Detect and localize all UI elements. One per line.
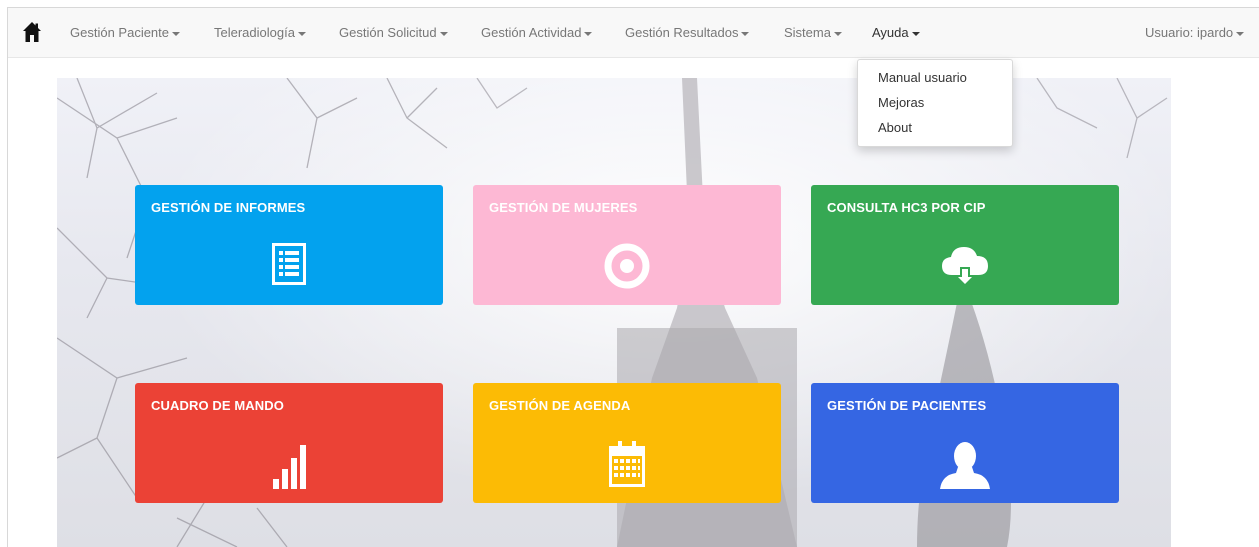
report-list-icon	[272, 243, 306, 285]
tile-title: GESTIÓN DE AGENDA	[489, 398, 631, 413]
menu-ayuda[interactable]: Ayuda	[872, 25, 920, 40]
caret-down-icon	[439, 31, 448, 36]
user-label: Usuario: ipardo	[1145, 25, 1234, 40]
caret-down-icon	[833, 31, 842, 36]
caret-down-icon	[911, 31, 920, 36]
caret-down-icon	[172, 31, 181, 36]
bar-signal-icon	[273, 445, 306, 489]
caret-down-icon	[1236, 31, 1245, 36]
menu-sistema[interactable]: Sistema	[784, 25, 842, 40]
top-navbar: Gestión Paciente Teleradiología Gestión …	[8, 8, 1259, 58]
tile-gestion-informes[interactable]: GESTIÓN DE INFORMES	[135, 185, 443, 305]
menu-label: Gestión Actividad	[481, 25, 582, 40]
tile-title: CONSULTA HC3 POR CIP	[827, 200, 986, 215]
tile-gestion-mujeres[interactable]: GESTIÓN DE MUJERES	[473, 185, 781, 305]
tile-title: GESTIÓN DE MUJERES	[489, 200, 638, 215]
tile-title: CUADRO DE MANDO	[151, 398, 284, 413]
dropdown-item-about[interactable]: About	[878, 120, 912, 135]
menu-label: Sistema	[784, 25, 831, 40]
tile-gestion-agenda[interactable]: GESTIÓN DE AGENDA	[473, 383, 781, 503]
menu-label: Gestión Solicitud	[339, 25, 437, 40]
tile-consulta-hc3[interactable]: CONSULTA HC3 POR CIP	[811, 185, 1119, 305]
tile-title: GESTIÓN DE PACIENTES	[827, 398, 987, 413]
caret-down-icon	[741, 31, 750, 36]
calendar-icon	[609, 441, 645, 487]
user-menu[interactable]: Usuario: ipardo	[1145, 25, 1245, 40]
menu-label: Gestión Paciente	[70, 25, 170, 40]
caret-down-icon	[584, 31, 593, 36]
caret-down-icon	[297, 31, 306, 36]
tile-title: GESTIÓN DE INFORMES	[151, 200, 306, 215]
dropdown-item-mejoras[interactable]: Mejoras	[878, 95, 924, 110]
user-icon	[940, 442, 990, 489]
menu-label: Ayuda	[872, 25, 909, 40]
menu-gestion-solicitud[interactable]: Gestión Solicitud	[339, 25, 448, 40]
menu-label: Gestión Resultados	[625, 25, 739, 40]
menu-gestion-paciente[interactable]: Gestión Paciente	[70, 25, 181, 40]
menu-gestion-actividad[interactable]: Gestión Actividad	[481, 25, 593, 40]
cloud-download-icon	[942, 247, 988, 287]
home-icon[interactable]	[23, 22, 41, 42]
target-icon	[604, 243, 650, 289]
tile-cuadro-mando[interactable]: CUADRO DE MANDO	[135, 383, 443, 503]
dropdown-item-manual-usuario[interactable]: Manual usuario	[878, 70, 967, 85]
tile-gestion-pacientes[interactable]: GESTIÓN DE PACIENTES	[811, 383, 1119, 503]
menu-label: Teleradiología	[214, 25, 295, 40]
menu-gestion-resultados[interactable]: Gestión Resultados	[625, 25, 750, 40]
menu-teleradiologia[interactable]: Teleradiología	[214, 25, 306, 40]
help-dropdown-menu: Manual usuario Mejoras About	[857, 59, 1013, 147]
